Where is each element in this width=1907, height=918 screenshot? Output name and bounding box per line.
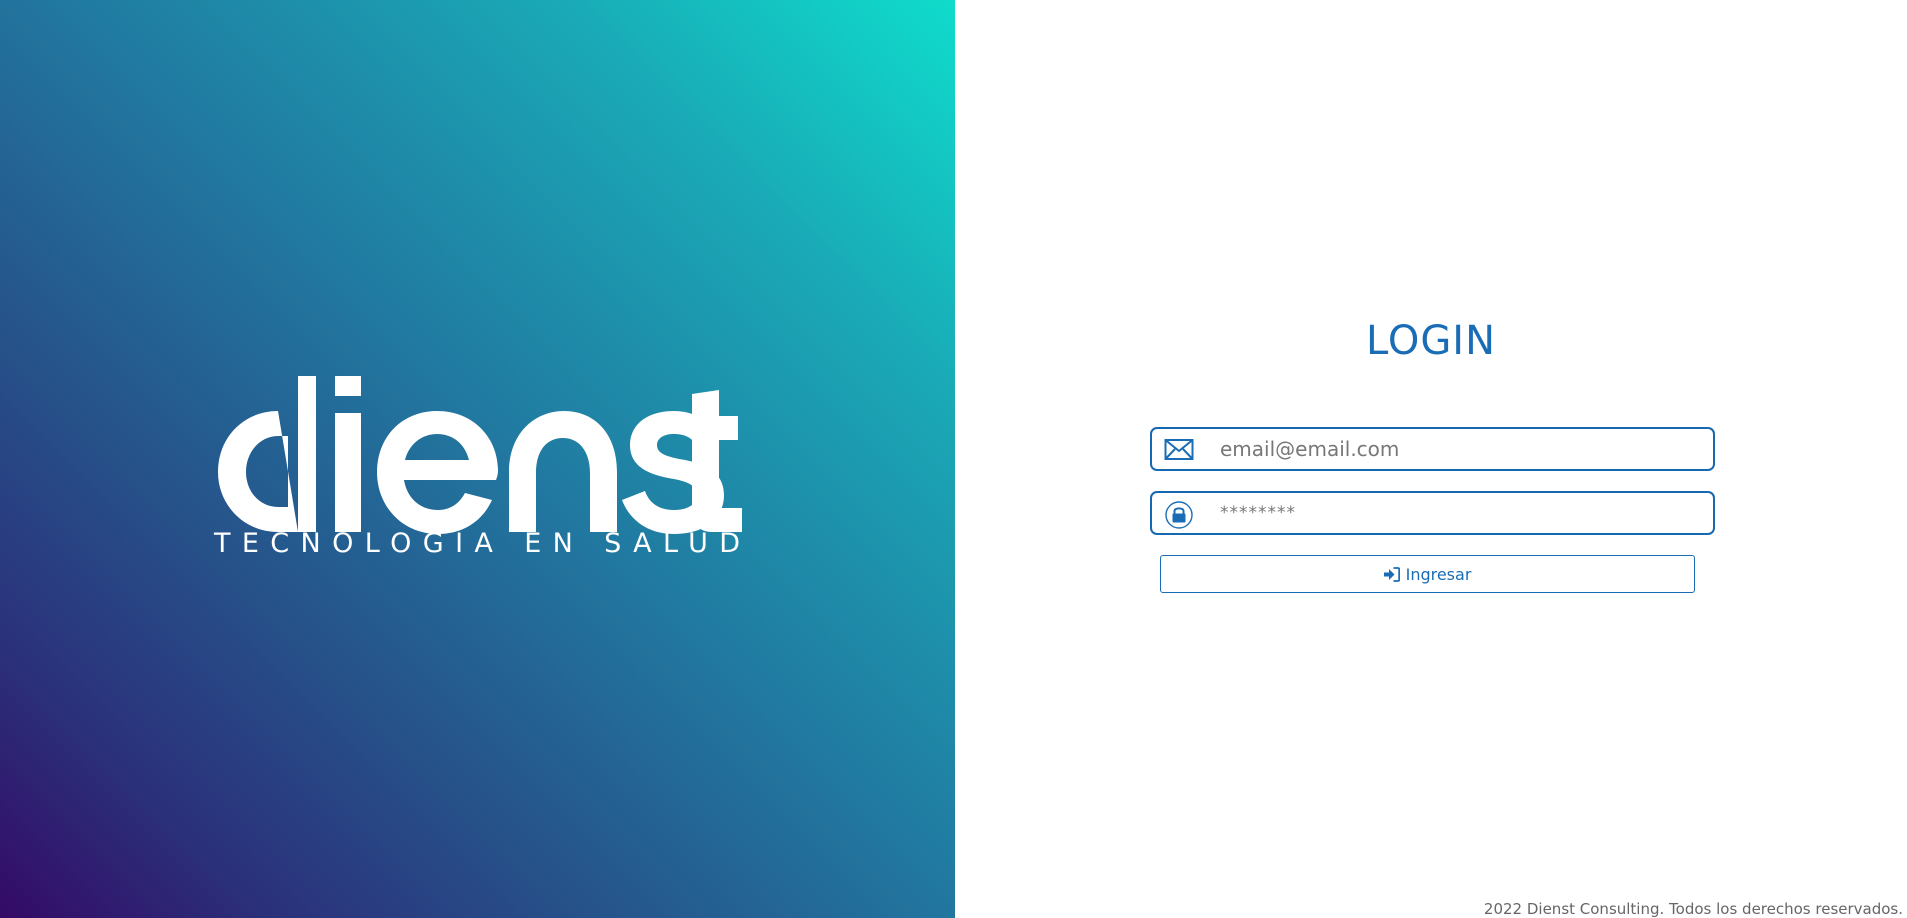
login-submit-label: Ingresar [1405,564,1472,584]
email-input[interactable] [1220,433,1700,465]
copyright-footer: 2022 Dienst Consulting. Todos los derech… [1483,900,1903,918]
dienst-logo: TECNOLOGÍA EN SALUD [212,376,742,556]
lock-icon [1164,501,1194,529]
login-page: TECNOLOGÍA EN SALUD LOGIN email@email.co… [0,0,1907,918]
brand-panel: TECNOLOGÍA EN SALUD [0,0,955,918]
login-submit-button[interactable]: Ingresar [1160,555,1695,593]
email-field[interactable] [1150,427,1715,471]
dienst-logo-graphic: TECNOLOGÍA EN SALUD [213,376,742,556]
password-field[interactable] [1150,491,1715,535]
sign-in-icon [1383,566,1400,582]
envelope-icon [1164,437,1194,463]
login-panel: LOGIN email@email.com Ingresar 2022 Dien… [955,0,1907,918]
login-title: LOGIN [1365,318,1497,364]
password-input[interactable] [1220,497,1700,529]
